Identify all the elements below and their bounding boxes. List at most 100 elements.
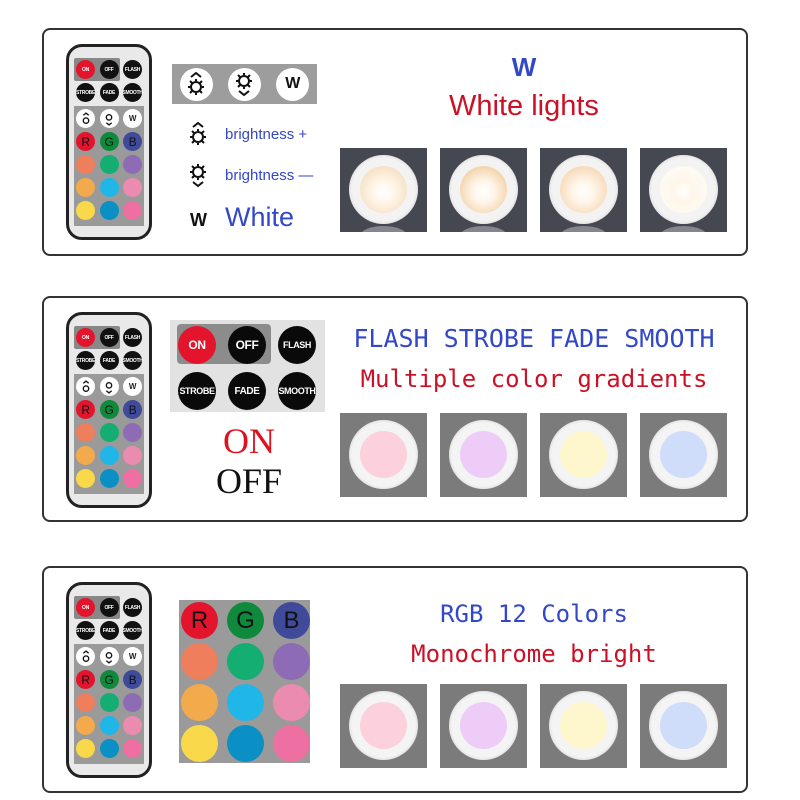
brightness-down-icon xyxy=(236,73,253,97)
brightness-up-icon xyxy=(82,379,89,392)
brightness-up-icon xyxy=(82,649,89,662)
lamp-light xyxy=(560,166,607,213)
panel-modes: ON OFF FLASH STROBE FADE SMOOTH W R G B ON OFF FLAS… xyxy=(42,296,748,522)
lamp-light xyxy=(360,702,407,749)
white-key-label: W xyxy=(285,75,301,92)
lamp-cool-white xyxy=(640,148,727,232)
grid-color-key xyxy=(273,725,310,762)
grid-color-key xyxy=(273,684,310,721)
lamp-ring xyxy=(649,155,718,224)
remote-row: ON OFF FLASH xyxy=(74,596,142,619)
remote-color-key xyxy=(123,739,142,758)
remote-key-white: W xyxy=(123,109,142,128)
remote-color-key xyxy=(99,469,119,488)
remote-key-off: OFF xyxy=(99,60,119,79)
brightness-key-strip: W xyxy=(172,64,317,104)
remote-row: STROBE FADE SMOOTH xyxy=(76,621,143,640)
lamp-reflection xyxy=(460,226,507,232)
remote-color-key xyxy=(99,716,119,735)
brightness-up-icon xyxy=(82,111,89,124)
grid-key-b: B xyxy=(273,602,310,639)
grid-color-key xyxy=(227,684,264,721)
lamp-ring xyxy=(549,420,618,489)
grid-color-key xyxy=(227,725,264,762)
brightness-up-label: brightness + xyxy=(225,125,308,143)
remote-key-fade: FADE xyxy=(99,83,119,102)
remote-key-on: ON xyxy=(76,60,95,79)
remote-color-key xyxy=(123,446,142,465)
brightness-down-label: brightness — xyxy=(225,166,314,184)
white-key: W xyxy=(276,67,310,101)
lamp-lavender xyxy=(440,684,527,768)
lamp-ring xyxy=(549,155,618,224)
remote-key-smooth: SMOOTH xyxy=(122,621,143,640)
remote-row: W xyxy=(76,647,142,666)
remote-color-key xyxy=(76,716,95,735)
remote-color-key xyxy=(123,423,142,442)
lamp-ring xyxy=(449,691,518,760)
lamp-pale-yellow xyxy=(540,413,627,497)
brightness-down-key xyxy=(227,67,261,101)
grid-color-key xyxy=(273,643,310,680)
remote-key-b: B xyxy=(123,132,142,151)
remote-row: ON OFF FLASH xyxy=(74,326,142,349)
legend-brightness-up: brightness + xyxy=(187,120,307,148)
lamp-light xyxy=(460,431,507,478)
remote-key-flash: FLASH xyxy=(123,598,142,617)
remote-color-key xyxy=(123,178,142,197)
remote-row xyxy=(76,469,142,488)
on-label: ON xyxy=(223,421,275,461)
remote-key-g: G xyxy=(99,132,119,151)
lamp-reflection xyxy=(360,226,407,232)
remote-color-key xyxy=(76,178,95,197)
lamp-pink xyxy=(340,413,427,497)
remote-color-section: W RGB xyxy=(74,374,144,494)
panel-heading: RGB 12 Colors xyxy=(440,600,628,628)
lamp-ring xyxy=(649,691,718,760)
brightness-down-icon xyxy=(190,164,206,188)
lamp-reflection xyxy=(560,226,607,232)
lamp-light xyxy=(360,431,407,478)
white-label: White xyxy=(225,202,295,232)
lamp-ring xyxy=(349,155,418,224)
mode-key-flash: FLASH xyxy=(278,326,316,364)
mode-key-strobe: STROBE xyxy=(178,372,216,410)
remote-row xyxy=(76,178,142,197)
brightness-down-icon xyxy=(105,113,113,126)
remote-key-strobe: STROBE xyxy=(76,621,95,640)
lamp-light xyxy=(560,702,607,749)
lamp-ring xyxy=(549,691,618,760)
remote-row: W xyxy=(76,377,142,396)
lamp-ring xyxy=(449,155,518,224)
mode-key-on: ON xyxy=(178,326,216,364)
remote-key-b: B xyxy=(123,400,142,419)
remote-row xyxy=(76,716,142,735)
remote-color-key xyxy=(99,739,119,758)
panel-subheading: White lights xyxy=(449,90,599,122)
lamp-light xyxy=(660,431,707,478)
remote-control: ON OFF FLASH STROBE FADE SMOOTH W R G B xyxy=(66,582,152,778)
remote-row xyxy=(76,201,142,220)
lamp-ring xyxy=(649,420,718,489)
brightness-up-icon xyxy=(188,71,205,95)
grid-color-key xyxy=(181,684,218,721)
remote-color-key xyxy=(76,469,95,488)
remote-row: STROBE FADE SMOOTH xyxy=(76,83,143,102)
remote-key-fade: FADE xyxy=(99,621,119,640)
remote-color-key xyxy=(76,423,95,442)
grid-color-key xyxy=(227,643,264,680)
remote-color-key xyxy=(76,693,95,712)
remote-key-white: W xyxy=(123,647,142,666)
remote-key-off: OFF xyxy=(99,598,119,617)
lamp-light xyxy=(660,702,707,749)
lamp-warm xyxy=(440,148,527,232)
remote-keypad: ON OFF FLASH STROBE FADE SMOOTH W R G B xyxy=(74,326,144,494)
legend-white: W White xyxy=(190,202,294,233)
remote-color-key xyxy=(76,446,95,465)
remote-control: ON OFF FLASH STROBE FADE SMOOTH W R G B xyxy=(66,312,152,508)
lamp-lavender xyxy=(440,413,527,497)
off-label: OFF xyxy=(215,461,283,501)
lamp-pale-blue xyxy=(640,684,727,768)
panel-subheading: Monochrome bright xyxy=(411,640,657,668)
remote-key-white: W xyxy=(123,377,142,396)
